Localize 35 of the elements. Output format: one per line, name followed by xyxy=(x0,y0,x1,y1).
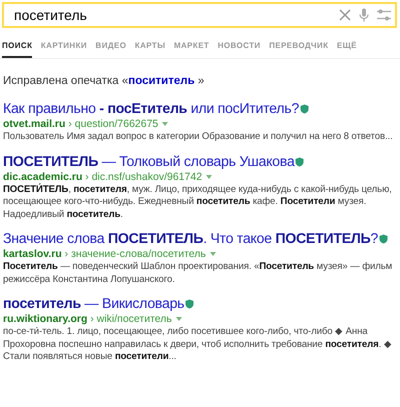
verified-icon xyxy=(379,234,388,244)
settings-icon[interactable] xyxy=(377,8,391,22)
result-title-link[interactable]: Как правильно - посЕтитель или посИтитель? xyxy=(3,101,299,117)
verified-icon xyxy=(185,299,194,309)
caret-icon[interactable] xyxy=(210,252,216,256)
tab[interactable]: ПЕРЕВОДЧИК xyxy=(269,37,328,58)
result-title-link[interactable]: ПОСЕТИТЕЛЬ — Толковый словарь Ушакова xyxy=(3,154,294,170)
caret-icon[interactable] xyxy=(162,122,168,126)
result-snippet: ПОСЕТИ́ТЕЛЬ, посетителя, муж. Лицо, приходящее куда-нибудь с какой-нибудь целью, посещающее кого-что-нибудь. Ежедневный посетитель кафе. Посетители музея. Надоедливый посетитель. xyxy=(3,184,393,221)
tab[interactable]: ПОИСК xyxy=(2,37,32,58)
search-field[interactable]: посетитель xyxy=(2,2,397,28)
tab[interactable]: ВИДЕО xyxy=(96,37,126,58)
close-icon[interactable] xyxy=(339,9,351,21)
typo-correction: Исправлена опечатка «посититель » xyxy=(3,75,206,87)
tab[interactable]: НОВОСТИ xyxy=(218,37,261,58)
verified-icon xyxy=(300,104,309,114)
verified-icon xyxy=(295,156,304,166)
result-snippet: по-се-ти́-тель. 1. лицо, посещающее, либо посетившее кого-либо, что-либо ◆ Анна Прохоровна поспешно направилась к двери, чтоб исполнить требование посетителя. ◆ Стали появляться новые посетители... xyxy=(3,326,393,364)
corrected-query-link[interactable]: посититель xyxy=(128,75,195,87)
microphone-icon[interactable] xyxy=(359,8,369,22)
result-url-link[interactable]: ru.wiktionary.org › wiki/посетитель xyxy=(3,313,172,325)
result-url-link[interactable]: otvet.mail.ru › question/7662675 xyxy=(3,118,158,130)
result-snippet: Посетитель — поведенческий Шаблон проектирования. «Посетитель музея» — фильм режиссёра Константина Лопушанского. xyxy=(3,261,394,286)
tab[interactable]: КАРТИНКИ xyxy=(40,37,88,58)
tab[interactable]: КАРТЫ xyxy=(134,37,166,58)
caret-icon[interactable] xyxy=(206,174,212,178)
result-snippet: Пользователь Имя задал вопрос в категории Образование и получил на него 8 ответов... xyxy=(3,131,394,144)
tab[interactable]: ЕЩЁ xyxy=(336,37,357,58)
result-title-link[interactable]: посетитель — Викисловарь xyxy=(3,296,184,312)
result-url-link[interactable]: kartaslov.ru › значение-слова/посетитель xyxy=(3,248,206,260)
tab[interactable]: МАРКЕТ xyxy=(174,37,210,58)
result-url-link[interactable]: dic.academic.ru › dic.nsf/ushakov/961742 xyxy=(3,170,202,182)
result-title-link[interactable]: Значение слова ПОСЕТИТЕЛЬ. Что такое ПОСЕТИТЕЛЬ? xyxy=(3,231,378,247)
search-input[interactable]: посетитель xyxy=(14,7,331,23)
caret-icon[interactable] xyxy=(176,317,182,321)
